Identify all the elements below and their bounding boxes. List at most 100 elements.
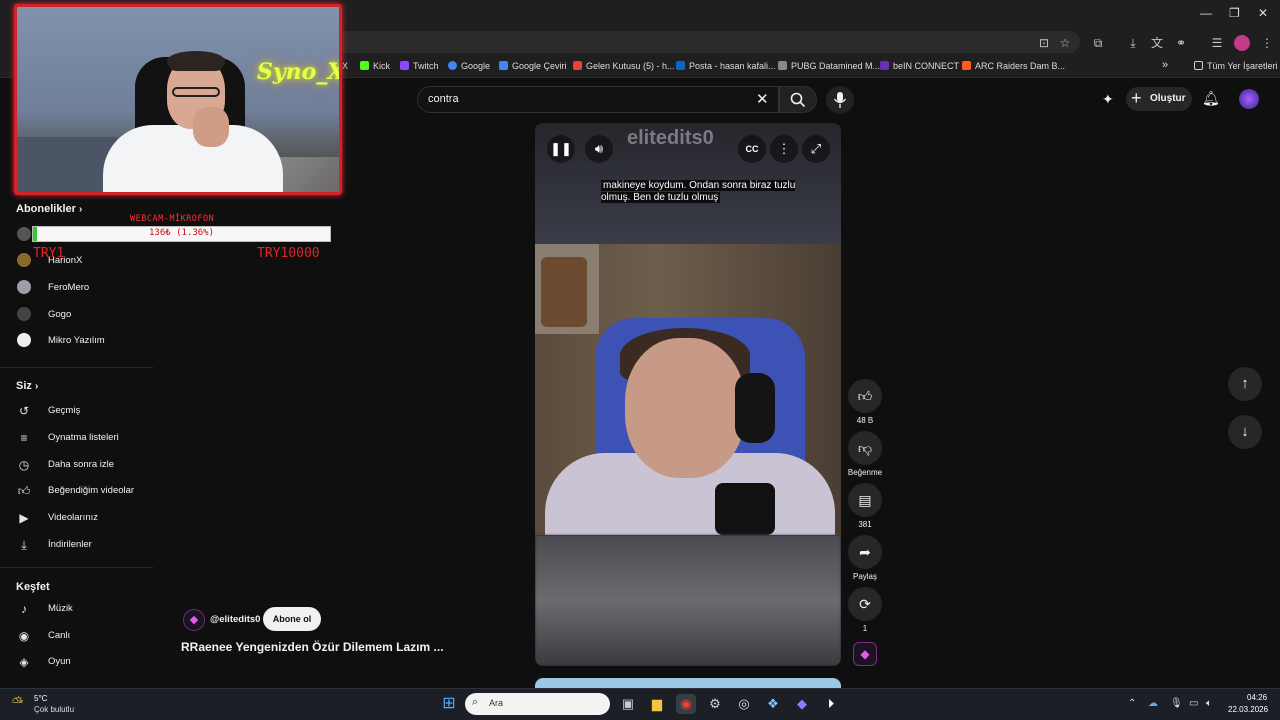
microphone-icon bbox=[833, 92, 847, 108]
next-short-preview[interactable] bbox=[535, 678, 841, 688]
restore-icon[interactable]: ❐ bbox=[1229, 6, 1240, 20]
subscribe-button[interactable]: Abone ol bbox=[263, 607, 321, 631]
profile-avatar[interactable] bbox=[1234, 35, 1250, 51]
you-section-title[interactable]: Siz › bbox=[16, 380, 38, 392]
downloads-icon[interactable]: ⤓ bbox=[1125, 35, 1141, 51]
remix-button[interactable]: ⟳ bbox=[848, 587, 882, 621]
sidebar-item-feromero[interactable]: FeroMero bbox=[16, 278, 156, 300]
windows-logo-icon: ⊞ bbox=[442, 695, 456, 712]
channel-avatar bbox=[17, 227, 31, 241]
donation-goal-title: WEBCAM-MİKROFON bbox=[130, 214, 215, 224]
bookmark-star-icon[interactable]: ☆ bbox=[1057, 35, 1073, 51]
clock-icon: ◷ bbox=[18, 458, 30, 472]
search-button[interactable] bbox=[779, 86, 817, 113]
file-explorer-button[interactable]: ▆ bbox=[647, 694, 667, 714]
sidebar-item-live[interactable]: ◉ Canlı bbox=[16, 626, 156, 648]
donation-progress-bar: 136₺ (1.36%) bbox=[32, 226, 331, 242]
bookmark-google[interactable]: Google bbox=[448, 61, 490, 71]
microphone-tray-icon[interactable]: 🎙︎ bbox=[1170, 698, 1183, 709]
all-bookmarks-folder[interactable]: Tüm Yer İşaretleri bbox=[1194, 61, 1278, 71]
subscriptions-title[interactable]: Abonelikler › bbox=[16, 203, 82, 215]
chrome-button[interactable]: ◉ bbox=[676, 694, 696, 714]
sidebar-item-gaming[interactable]: ◈ Oyun bbox=[16, 652, 156, 674]
reading-list-icon[interactable]: ☰ bbox=[1209, 35, 1225, 51]
app-icon: ❖ bbox=[767, 696, 779, 711]
start-button[interactable]: ⊞ bbox=[439, 694, 459, 714]
install-app-icon[interactable]: ⊡ bbox=[1036, 35, 1052, 51]
short-video-player[interactable]: elitedits0 makineye koydum. Ondan sonra … bbox=[535, 123, 841, 666]
dislike-button[interactable]: 👎︎ bbox=[848, 431, 882, 465]
sidebar-item-gogo[interactable]: Gogo bbox=[16, 305, 156, 327]
volume-icon: 🔊︎ bbox=[594, 141, 604, 156]
minimize-icon[interactable]: — bbox=[1200, 6, 1212, 20]
steam-button[interactable]: ⚙ bbox=[705, 694, 725, 714]
comments-button[interactable]: ▤ bbox=[848, 483, 882, 517]
sidebar-item-your-videos[interactable]: ▶ Videolarınız bbox=[16, 508, 156, 530]
network-icon[interactable]: ▭ bbox=[1189, 698, 1198, 709]
weather-cloud-icon[interactable]: ⛅︎ bbox=[12, 694, 23, 711]
live-icon: ◉ bbox=[18, 629, 30, 643]
search-input[interactable] bbox=[417, 86, 779, 113]
speaker-icon[interactable]: 🔈︎ bbox=[1206, 698, 1212, 709]
channel-name[interactable]: @elitedits0 bbox=[210, 614, 260, 625]
volume-button[interactable]: 🔊︎ bbox=[585, 135, 613, 163]
sidebar-item-watch-later[interactable]: ◷ Daha sonra izle bbox=[16, 455, 156, 477]
bookmark-twitch[interactable]: Twitch bbox=[400, 61, 439, 71]
media-player-button[interactable]: ⏵ bbox=[821, 694, 841, 714]
link-icon[interactable]: ⚭ bbox=[1173, 35, 1189, 51]
like-button[interactable]: 👍︎ bbox=[848, 379, 882, 413]
app-button[interactable]: ◆ bbox=[792, 694, 812, 714]
bookmark-bein[interactable]: beIN CONNECT bbox=[880, 61, 959, 71]
app-button[interactable]: ◎ bbox=[734, 694, 754, 714]
bookmark-x[interactable]: X bbox=[342, 61, 348, 71]
omnibox[interactable] bbox=[330, 31, 1080, 53]
bookmark-arc-raiders[interactable]: ARC Raiders Dam B... bbox=[962, 61, 1065, 71]
sidebar-item-liked-videos[interactable]: 👍︎ Beğendiğim videolar bbox=[16, 481, 156, 503]
taskbar-search-box[interactable] bbox=[465, 693, 610, 715]
bookmark-outlook[interactable]: Posta - hasan kafali... bbox=[676, 61, 776, 71]
fullscreen-button[interactable]: ⤢ bbox=[802, 135, 830, 163]
search-query[interactable]: contra bbox=[428, 93, 459, 105]
bookmark-kick[interactable]: Kick bbox=[360, 61, 390, 71]
app-button[interactable]: ❖ bbox=[763, 694, 783, 714]
weather-description[interactable]: Çok bulutlu bbox=[34, 705, 74, 714]
tray-app-icon[interactable]: ☁ bbox=[1148, 698, 1158, 709]
notifications-bell-icon[interactable]: 🔔︎ bbox=[1202, 90, 1220, 107]
bookmark-pubg[interactable]: PUBG Datamined M... bbox=[778, 61, 880, 71]
extensions-icon[interactable]: ⧉ bbox=[1090, 35, 1106, 51]
video-title[interactable]: RRaenee Yengenizden Özür Dilemem Lazım .… bbox=[181, 640, 444, 654]
account-avatar[interactable] bbox=[1239, 89, 1259, 109]
bookmark-google-translate[interactable]: Google Çeviri bbox=[499, 61, 567, 71]
channel-avatar bbox=[17, 280, 31, 294]
gemini-sparkle-icon[interactable]: ✦ bbox=[1102, 91, 1114, 108]
gaming-icon: ◈ bbox=[19, 655, 29, 669]
sidebar-item-history[interactable]: ↺ Geçmiş bbox=[16, 401, 156, 423]
captions-button[interactable]: CC bbox=[738, 135, 766, 163]
bookmark-gmail[interactable]: Gelen Kutusu (5) - h... bbox=[573, 61, 675, 71]
close-window-icon[interactable]: ✕ bbox=[1258, 6, 1268, 20]
pause-button[interactable]: ❚❚ bbox=[547, 135, 575, 163]
voice-search-button[interactable] bbox=[826, 86, 854, 114]
next-short-button[interactable]: ↓ bbox=[1228, 415, 1262, 449]
task-view-button[interactable]: ▣ bbox=[618, 694, 638, 714]
browser-menu-icon[interactable]: ⋮ bbox=[1259, 35, 1275, 51]
share-button[interactable]: ➦ bbox=[848, 535, 882, 569]
more-bookmarks-button[interactable]: » bbox=[1162, 59, 1168, 71]
clock-time[interactable]: 04:26 bbox=[1247, 693, 1267, 702]
sidebar-divider bbox=[0, 367, 153, 368]
sidebar-item-downloads[interactable]: ⤓ İndirilenler bbox=[16, 535, 156, 557]
channel-thumbnail-button[interactable]: ◆ bbox=[853, 642, 877, 666]
arrow-down-icon: ↓ bbox=[1241, 423, 1249, 440]
tray-overflow-icon[interactable]: ⌃ bbox=[1128, 698, 1136, 709]
translate-icon[interactable]: 文 bbox=[1149, 35, 1165, 51]
taskbar-search-placeholder: Ara bbox=[489, 698, 504, 708]
clear-search-icon[interactable]: ✕ bbox=[756, 90, 769, 108]
clock-date[interactable]: 22.03.2026 bbox=[1228, 705, 1268, 714]
previous-short-button[interactable]: ↑ bbox=[1228, 367, 1262, 401]
sidebar-item-music[interactable]: ♪ Müzik bbox=[16, 599, 156, 621]
more-options-button[interactable]: ⋮ bbox=[770, 135, 798, 163]
weather-temperature[interactable]: 5°C bbox=[34, 694, 47, 703]
sidebar-item-mikro-yazilim[interactable]: Mikro Yazılım bbox=[16, 331, 156, 353]
channel-avatar[interactable]: ◆ bbox=[183, 609, 205, 631]
sidebar-item-playlists[interactable]: ≡ Oynatma listeleri bbox=[16, 428, 156, 450]
